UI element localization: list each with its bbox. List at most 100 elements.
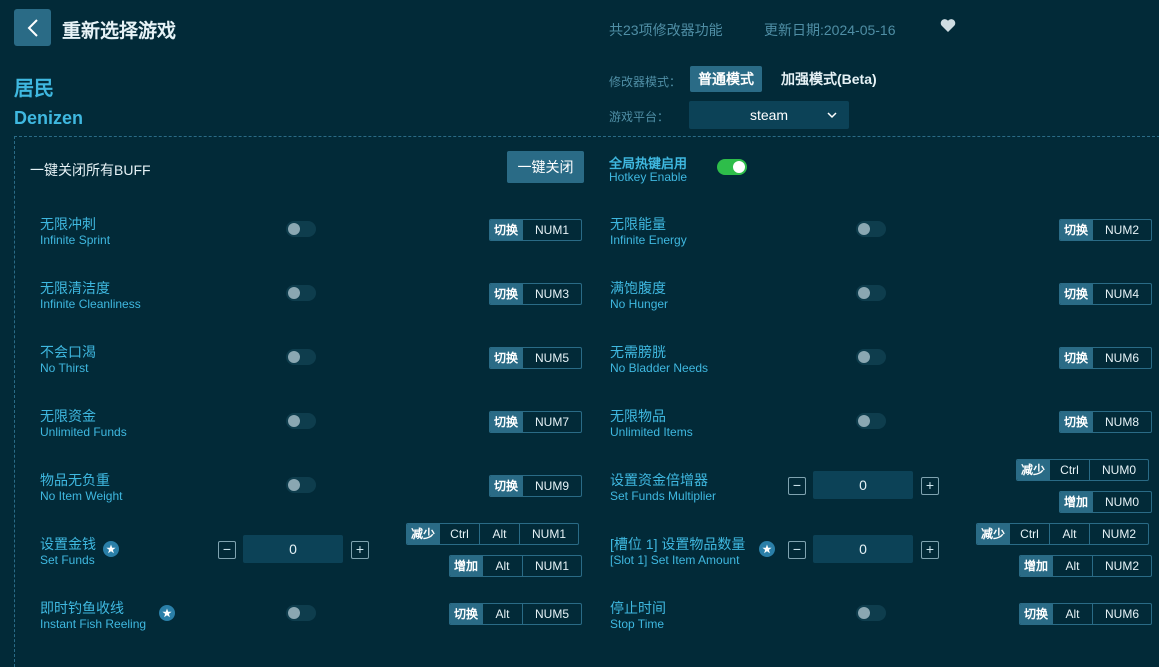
feature-label-cn: 满饱腹度 xyxy=(610,280,666,296)
hotkey-action: 切换 xyxy=(490,476,523,496)
hotkey-action: 切换 xyxy=(1020,604,1053,624)
feature-label-cn: 设置资金倍增器 xyxy=(610,472,708,488)
star-icon xyxy=(103,541,119,557)
feature-toggle[interactable] xyxy=(286,285,316,301)
hotkey-key: NUM5 xyxy=(522,604,581,624)
decrease-hotkey-group[interactable]: 减少 Ctrl Alt NUM2 xyxy=(976,523,1150,545)
hotkey-key: NUM1 xyxy=(519,524,578,544)
increase-hotkey-group[interactable]: 增加 Alt NUM2 xyxy=(1019,555,1153,577)
feature-label-en: Stop Time xyxy=(610,617,665,631)
heart-icon[interactable] xyxy=(940,18,958,36)
feature-toggle[interactable] xyxy=(286,605,316,621)
hotkey-group[interactable]: 切换 NUM2 xyxy=(1059,219,1153,241)
feature-toggle[interactable] xyxy=(856,285,886,301)
hotkey-group[interactable]: 切换 NUM8 xyxy=(1059,411,1153,433)
value-input[interactable]: 0 xyxy=(243,535,343,563)
feature-label-cn: 物品无负重 xyxy=(40,472,110,488)
feature-label-cn: [槽位 1] 设置物品数量 xyxy=(610,536,746,552)
hotkey-group[interactable]: 切换 NUM3 xyxy=(489,283,583,305)
decrease-hotkey-group[interactable]: 减少 Ctrl Alt NUM1 xyxy=(406,523,580,545)
feature-label-cn: 无限清洁度 xyxy=(40,280,110,296)
value-input[interactable]: 0 xyxy=(813,535,913,563)
feature-label-cn: 设置金钱 xyxy=(40,536,96,552)
hotkey-toggle[interactable] xyxy=(717,159,747,175)
hotkey-action: 减少 xyxy=(407,524,440,544)
hotkey-group[interactable]: 切换 NUM4 xyxy=(1059,283,1153,305)
chevron-left-icon xyxy=(27,18,38,37)
close-all-button[interactable]: 一键关闭 xyxy=(507,151,584,183)
feature-toggle[interactable] xyxy=(856,605,886,621)
hotkey-key: NUM0 xyxy=(1089,460,1148,480)
hotkey-key: NUM8 xyxy=(1092,412,1151,432)
feature-toggle[interactable] xyxy=(286,221,316,237)
hotkey-key: NUM9 xyxy=(522,476,581,496)
hotkey-action: 切换 xyxy=(1060,284,1093,304)
feature-label-cn: 无需膀胱 xyxy=(610,344,666,360)
hotkey-group[interactable]: 切换 NUM6 xyxy=(1059,347,1153,369)
feature-toggle[interactable] xyxy=(286,413,316,429)
hotkey-group[interactable]: 切换 NUM9 xyxy=(489,475,583,497)
feature-label-en: No Thirst xyxy=(40,361,89,375)
platform-label: 游戏平台： xyxy=(609,110,670,124)
hotkey-action: 减少 xyxy=(977,524,1010,544)
hotkey-group[interactable]: 切换 Alt NUM5 xyxy=(449,603,583,625)
decrease-button[interactable]: − xyxy=(218,541,236,559)
game-name-cn: 居民 xyxy=(14,78,54,100)
decrease-button[interactable]: − xyxy=(788,541,806,559)
increase-hotkey-group[interactable]: 增加 Alt NUM1 xyxy=(449,555,583,577)
value-input[interactable]: 0 xyxy=(813,471,913,499)
feature-toggle[interactable] xyxy=(856,349,886,365)
feature-label-en: No Bladder Needs xyxy=(610,361,709,375)
feature-label-en: Set Funds Multiplier xyxy=(610,489,717,503)
hotkey-action: 切换 xyxy=(1060,412,1093,432)
hotkey-key: NUM4 xyxy=(1092,284,1151,304)
normal-mode-button[interactable]: 普通模式 xyxy=(690,66,762,92)
hotkey-modifier: Alt xyxy=(482,556,522,576)
hotkey-key: NUM1 xyxy=(522,220,581,240)
hotkey-key: NUM3 xyxy=(522,284,581,304)
feature-label-cn: 无限冲刺 xyxy=(40,216,96,232)
feature-label-en: Infinite Cleanliness xyxy=(40,297,141,311)
hotkey-key: NUM2 xyxy=(1092,556,1151,576)
back-button[interactable] xyxy=(14,9,51,46)
hotkey-key: NUM6 xyxy=(1092,348,1151,368)
hotkey-action: 增加 xyxy=(1060,492,1093,512)
feature-toggle[interactable] xyxy=(856,221,886,237)
hotkey-modifier: Ctrl xyxy=(1049,460,1089,480)
hotkey-action: 切换 xyxy=(490,220,523,240)
feature-label-en: Unlimited Funds xyxy=(40,425,127,439)
feature-label-cn: 无限资金 xyxy=(40,408,96,424)
hotkey-group[interactable]: 切换 NUM5 xyxy=(489,347,583,369)
hotkey-action: 增加 xyxy=(1020,556,1053,576)
feature-count: 共23项修改器功能 xyxy=(609,22,723,38)
feature-label-en: Unlimited Items xyxy=(610,425,693,439)
enhanced-mode-button[interactable]: 加强模式(Beta) xyxy=(773,66,885,92)
hotkey-action: 切换 xyxy=(1060,220,1093,240)
hotkey-action: 增加 xyxy=(450,556,483,576)
feature-label-cn: 不会口渴 xyxy=(40,344,96,360)
hotkey-key: NUM5 xyxy=(522,348,581,368)
decrease-hotkey-group[interactable]: 减少 Ctrl NUM0 xyxy=(1016,459,1150,481)
star-icon xyxy=(759,541,775,557)
increase-button[interactable]: + xyxy=(921,541,939,559)
feature-label-en: Infinite Energy xyxy=(610,233,687,247)
hotkey-key: NUM0 xyxy=(1092,492,1151,512)
feature-toggle[interactable] xyxy=(286,349,316,365)
hotkey-group[interactable]: 切换 Alt NUM6 xyxy=(1019,603,1153,625)
hotkey-modifier: Alt xyxy=(479,524,519,544)
page-title: 重新选择游戏 xyxy=(62,21,177,42)
hotkey-action: 切换 xyxy=(450,604,483,624)
feature-label-en: [Slot 1] Set Item Amount xyxy=(610,553,740,567)
increase-hotkey-group[interactable]: 增加 NUM0 xyxy=(1059,491,1153,513)
hotkey-group[interactable]: 切换 NUM1 xyxy=(489,219,583,241)
feature-label-en: No Hunger xyxy=(610,297,669,311)
increase-button[interactable]: + xyxy=(351,541,369,559)
platform-select[interactable]: steam xyxy=(689,101,849,129)
feature-label-cn: 停止时间 xyxy=(610,600,666,616)
hotkey-group[interactable]: 切换 NUM7 xyxy=(489,411,583,433)
feature-toggle[interactable] xyxy=(856,413,886,429)
feature-toggle[interactable] xyxy=(286,477,316,493)
platform-value: steam xyxy=(749,107,789,123)
decrease-button[interactable]: − xyxy=(788,477,806,495)
increase-button[interactable]: + xyxy=(921,477,939,495)
